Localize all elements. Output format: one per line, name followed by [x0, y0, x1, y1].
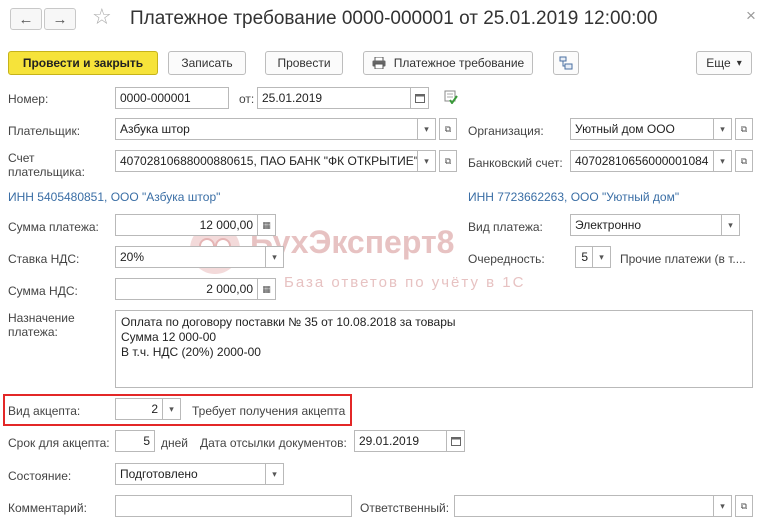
calendar-icon[interactable]: [447, 430, 465, 452]
acceptance-type-field[interactable]: 2: [115, 398, 163, 420]
organization-inn-link[interactable]: ИНН 7723662263, ООО "Уютный дом": [468, 190, 679, 204]
forward-button[interactable]: →: [44, 8, 76, 30]
priority-label: Очередность:: [468, 252, 545, 266]
payment-type-field[interactable]: Электронно: [570, 214, 722, 236]
printer-icon: [372, 57, 386, 69]
chevron-down-icon[interactable]: ▾: [418, 118, 436, 140]
status-label: Состояние:: [8, 469, 72, 483]
purpose-textarea[interactable]: Оплата по договору поставки № 35 от 10.0…: [115, 310, 753, 388]
structure-button[interactable]: [553, 51, 579, 75]
chevron-down-icon[interactable]: ▾: [722, 214, 740, 236]
chevron-down-icon[interactable]: ▾: [266, 246, 284, 268]
acceptance-type-note: Требует получения акцепта: [192, 404, 346, 418]
chevron-down-icon[interactable]: ▾: [593, 246, 611, 268]
calculator-icon[interactable]: ▦: [258, 214, 276, 236]
open-link-icon[interactable]: ⧉: [439, 118, 457, 140]
amount-label: Сумма платежа:: [8, 220, 99, 234]
comment-label: Комментарий:: [8, 501, 87, 515]
more-label: Еще: [706, 56, 731, 70]
date-label: от:: [239, 92, 255, 106]
acceptance-term-field[interactable]: 5: [115, 430, 155, 452]
chevron-down-icon[interactable]: ▾: [418, 150, 436, 172]
responsible-field[interactable]: [454, 495, 714, 517]
bank-account-label: Банковский счет:: [468, 156, 563, 170]
payer-account-field[interactable]: 40702810688000880615, ПАО БАНК "ФК ОТКРЫ…: [115, 150, 418, 172]
acceptance-type-label: Вид акцепта:: [8, 404, 81, 418]
arrow-right-icon: →: [52, 10, 68, 28]
number-label: Номер:: [8, 92, 49, 106]
arrow-left-icon: ←: [18, 10, 34, 28]
payer-inn-link[interactable]: ИНН 5405480851, ООО "Азбука штор": [8, 190, 220, 204]
amount-field[interactable]: 12 000,00: [115, 214, 258, 236]
document-status-icon[interactable]: [444, 90, 458, 107]
vat-amount-field[interactable]: 2 000,00: [115, 278, 258, 300]
open-link-icon[interactable]: ⧉: [735, 118, 753, 140]
organization-field[interactable]: Уютный дом ООО: [570, 118, 714, 140]
more-menu-button[interactable]: Еще ▾: [696, 51, 752, 75]
structure-icon: [559, 56, 573, 70]
open-link-icon[interactable]: ⧉: [735, 495, 753, 517]
organization-label: Организация:: [468, 124, 544, 138]
calendar-icon[interactable]: [411, 87, 429, 109]
print-payment-request-button[interactable]: Платежное требование: [363, 51, 533, 75]
post-and-close-button[interactable]: Провести и закрыть: [8, 51, 158, 75]
open-link-icon[interactable]: ⧉: [439, 150, 457, 172]
payer-field[interactable]: Азбука штор: [115, 118, 418, 140]
docs-date-label: Дата отсылки документов:: [200, 436, 347, 450]
vat-rate-label: Ставка НДС:: [8, 252, 80, 266]
acceptance-term-unit: дней: [161, 436, 189, 450]
priority-field[interactable]: 5: [575, 246, 593, 268]
payer-account-label: Счет плательщика:: [8, 151, 85, 179]
date-field[interactable]: 25.01.2019: [257, 87, 411, 109]
payer-label: Плательщик:: [8, 124, 81, 138]
post-button[interactable]: Провести: [265, 51, 343, 75]
bank-account-field[interactable]: 40702810656000001084: [570, 150, 714, 172]
purpose-label-line2: платежа:: [8, 325, 58, 339]
calculator-icon[interactable]: ▦: [258, 278, 276, 300]
number-field[interactable]: 0000-000001: [115, 87, 229, 109]
chevron-down-icon[interactable]: ▾: [163, 398, 181, 420]
vat-amount-label: Сумма НДС:: [8, 284, 78, 298]
payment-type-label: Вид платежа:: [468, 220, 543, 234]
close-icon[interactable]: ×: [746, 6, 756, 26]
status-field[interactable]: Подготовлено: [115, 463, 266, 485]
print-button-label: Платежное требование: [393, 56, 525, 70]
comment-field[interactable]: [115, 495, 352, 517]
chevron-down-icon[interactable]: ▾: [714, 495, 732, 517]
chevron-down-icon: ▾: [736, 57, 742, 69]
window-title: Платежное требование 0000-000001 от 25.0…: [130, 8, 658, 29]
chevron-down-icon[interactable]: ▾: [714, 118, 732, 140]
back-button[interactable]: ←: [10, 8, 42, 30]
chevron-down-icon[interactable]: ▾: [266, 463, 284, 485]
favorite-star-icon[interactable]: ☆: [92, 4, 112, 30]
save-button[interactable]: Записать: [168, 51, 246, 75]
purpose-label-line1: Назначение: [8, 311, 75, 325]
priority-note: Прочие платежи (в т....: [620, 252, 746, 266]
chevron-down-icon[interactable]: ▾: [714, 150, 732, 172]
watermark-tagline: База ответов по учёту в 1С: [284, 274, 526, 291]
acceptance-term-label: Срок для акцепта:: [8, 436, 110, 450]
payer-account-label-line1: Счет: [8, 151, 35, 165]
purpose-line: Оплата по договору поставки № 35 от 10.0…: [121, 315, 456, 329]
purpose-line: Сумма 12 000-00: [121, 330, 217, 344]
responsible-label: Ответственный:: [360, 501, 450, 515]
open-link-icon[interactable]: ⧉: [735, 150, 753, 172]
purpose-line: В т.ч. НДС (20%) 2000-00: [121, 345, 261, 359]
vat-rate-field[interactable]: 20%: [115, 246, 266, 268]
purpose-label: Назначение платежа:: [8, 311, 75, 339]
payer-account-label-line2: плательщика:: [8, 165, 85, 179]
docs-date-field[interactable]: 29.01.2019: [354, 430, 447, 452]
